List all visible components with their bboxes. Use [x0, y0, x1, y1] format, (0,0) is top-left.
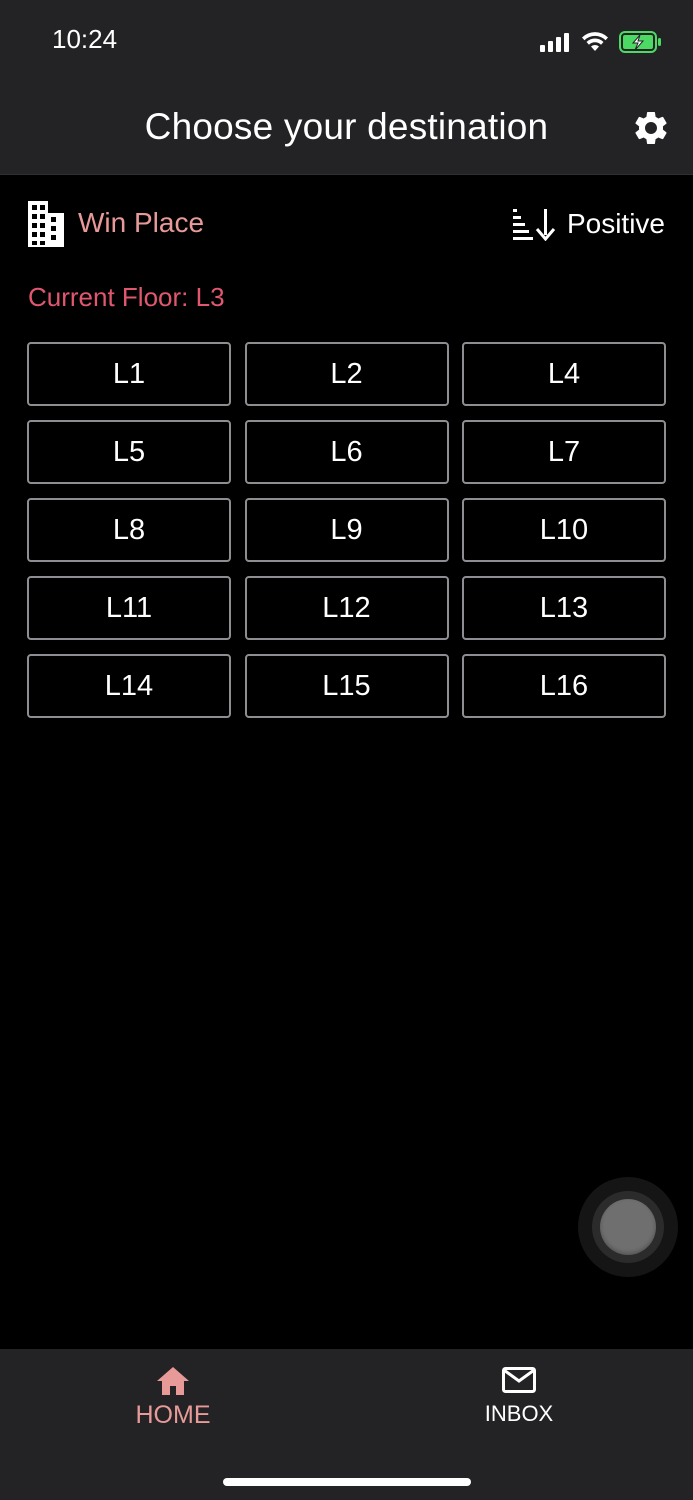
floor-button-l8[interactable]: L8: [27, 498, 231, 562]
floor-button-l13[interactable]: L13: [462, 576, 666, 640]
settings-button[interactable]: [631, 108, 671, 148]
battery-charging-icon: [619, 31, 661, 53]
wifi-icon: [582, 32, 608, 51]
status-icons: [539, 28, 663, 56]
status-time: 10:24: [52, 24, 118, 54]
gear-icon: [635, 111, 667, 144]
mail-icon: [502, 1367, 536, 1393]
sort-descending-icon: [512, 209, 556, 241]
floor-button-l4[interactable]: L4: [462, 342, 666, 406]
tab-home-label: HOME: [135, 1401, 211, 1429]
building-name: Win Place: [78, 207, 205, 238]
tab-inbox-label: INBOX: [484, 1401, 554, 1426]
home-icon: [157, 1367, 189, 1395]
tab-home[interactable]: HOME: [93, 1365, 253, 1430]
floor-button-l12[interactable]: L12: [244, 576, 449, 640]
sort-toggle[interactable]: Positive: [511, 202, 665, 246]
assistive-touch-ring: [592, 1191, 664, 1263]
assistive-touch-halo: [578, 1177, 678, 1277]
building-selector[interactable]: Win Place: [26, 198, 204, 248]
cellular-signal-icon: [540, 33, 569, 52]
floor-button-l5[interactable]: L5: [27, 420, 231, 484]
floor-button-l15[interactable]: L15: [244, 654, 449, 718]
floor-button-l16[interactable]: L16: [462, 654, 666, 718]
floor-button-l14[interactable]: L14: [27, 654, 231, 718]
app-header: Choose your destination: [0, 88, 693, 175]
current-floor-label: Current Floor: L3: [28, 282, 225, 312]
floor-button-l6[interactable]: L6: [244, 420, 449, 484]
floor-button-l7[interactable]: L7: [462, 420, 666, 484]
home-indicator[interactable]: [223, 1478, 471, 1486]
assistive-touch-button[interactable]: [600, 1199, 656, 1255]
building-icon: [28, 201, 64, 247]
floor-button-l2[interactable]: L2: [244, 342, 449, 406]
sort-label: Positive: [566, 208, 665, 239]
floor-button-l9[interactable]: L9: [244, 498, 449, 562]
tab-inbox[interactable]: INBOX: [439, 1365, 599, 1427]
floor-button-l1[interactable]: L1: [27, 342, 231, 406]
floor-button-l10[interactable]: L10: [462, 498, 666, 562]
status-bar: 10:24: [0, 0, 693, 88]
floor-button-l11[interactable]: L11: [27, 576, 231, 640]
floor-grid: L1 L2 L4 L5 L6 L7 L8 L9 L10 L11 L12 L13 …: [27, 342, 666, 718]
page-title: Choose your destination: [144, 106, 549, 147]
